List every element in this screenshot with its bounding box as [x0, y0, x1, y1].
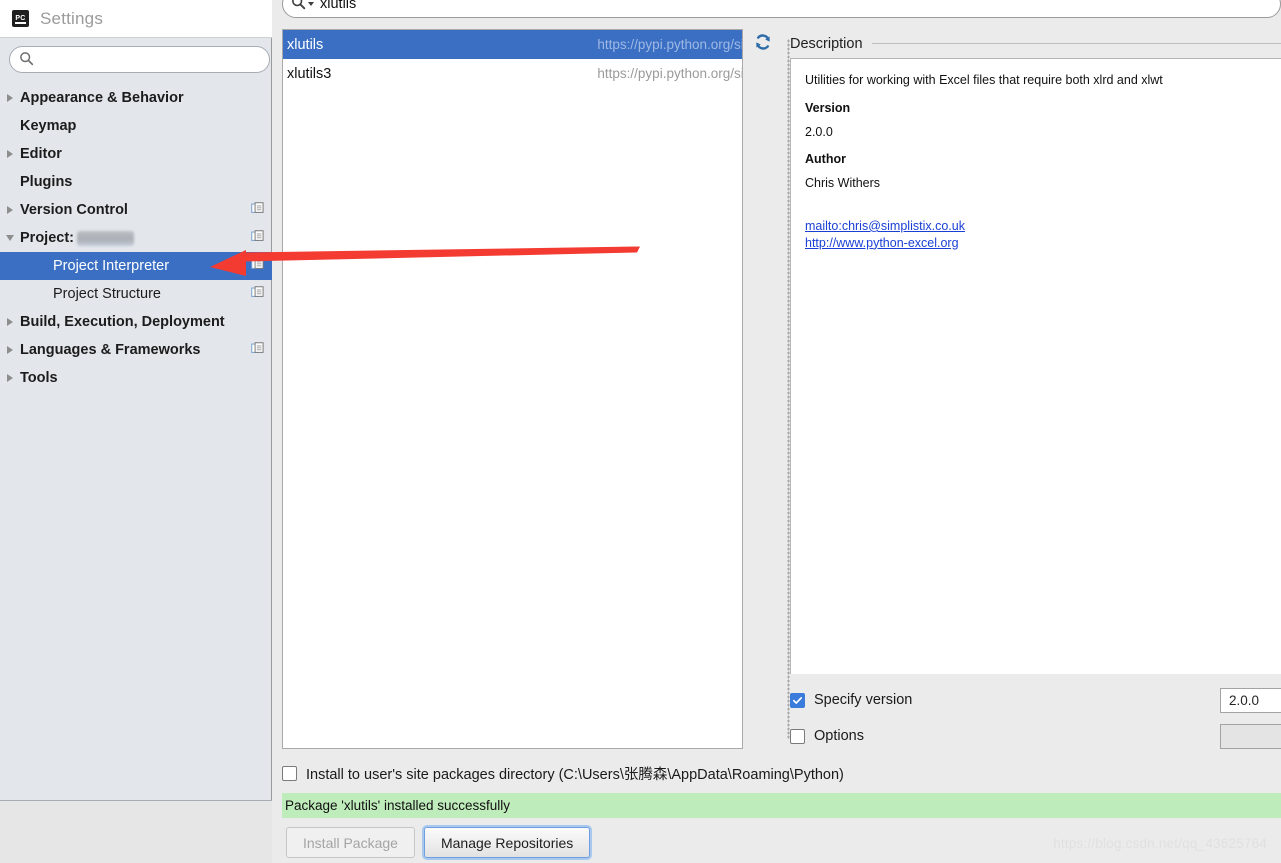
sidebar-item-label: Editor — [20, 146, 62, 162]
version-input[interactable]: 2.0.0 — [1220, 687, 1281, 713]
description-author-value: Chris Withers — [805, 176, 881, 191]
chevron-right-icon[interactable] — [0, 206, 20, 214]
sidebar-item-build-execution-deployment[interactable]: Build, Execution, Deployment — [0, 308, 272, 336]
settings-tree: Appearance & Behavior Keymap Editor Plugins… — [0, 84, 272, 392]
sidebar-search-box[interactable] — [9, 46, 270, 73]
chevron-right-icon[interactable] — [0, 318, 20, 326]
search-input[interactable] — [40, 49, 250, 70]
copy-settings-icon[interactable] — [251, 230, 264, 246]
watermark: https://blog.csdn.net/qq_43625764 — [1053, 836, 1267, 851]
install-to-user-checkbox[interactable] — [282, 765, 297, 781]
sidebar-item-label: Keymap — [20, 118, 77, 134]
chevron-down-icon[interactable] — [0, 235, 20, 241]
specify-version-row: Specify version 2.0.0 — [790, 682, 1281, 718]
description-title: Description — [790, 36, 872, 52]
sidebar-item-label: Project Structure — [53, 286, 161, 302]
description-link-homepage[interactable]: http://www.python-excel.org — [805, 235, 1281, 252]
copy-settings-icon[interactable] — [251, 342, 264, 358]
sidebar-item-version-control[interactable]: Version Control — [0, 196, 272, 224]
chevron-right-icon[interactable] — [0, 346, 20, 354]
specify-version-label: Specify version — [814, 692, 913, 708]
sidebar-item-label: Project: — [20, 230, 74, 246]
description-body: Utilities for working with Excel files t… — [790, 58, 1281, 674]
description-link-mailto[interactable]: mailto:chris@simplistix.co.uk — [805, 218, 1281, 235]
package-search-input[interactable] — [320, 0, 1220, 15]
available-packages-pane: xlutilshttps://pypi.python.org/simplexlu… — [272, 0, 1281, 863]
sidebar-item-label: Project Interpreter — [53, 258, 170, 274]
sidebar-item-label: Tools — [20, 370, 58, 386]
sidebar-item-editor[interactable]: Editor — [0, 140, 272, 168]
status-message: Package 'xlutils' installed successfully — [285, 798, 511, 813]
install-package-button[interactable]: Install Package — [286, 827, 415, 858]
description-pane: Description Utilities for working with E… — [790, 30, 1281, 674]
install-to-user-row: Install to user's site packages director… — [282, 758, 844, 788]
chevron-right-icon[interactable] — [0, 150, 20, 158]
options-checkbox[interactable] — [790, 728, 805, 744]
sidebar-item-project-interpreter[interactable]: Project Interpreter — [0, 252, 272, 280]
copy-settings-icon[interactable] — [251, 286, 264, 302]
package-list-icon-gutter — [742, 29, 782, 749]
redacted-project-name — [77, 230, 134, 246]
description-version-value: 2.0.0 — [805, 124, 833, 139]
chevron-down-icon[interactable] — [308, 2, 314, 6]
dialog-titlebar: PC Settings — [0, 0, 272, 38]
sidebar-item-project[interactable]: Project: — [0, 224, 272, 252]
chevron-right-icon[interactable] — [0, 94, 20, 102]
pycharm-logo-icon: PC — [12, 10, 29, 27]
sidebar-bottom-panel — [0, 800, 272, 863]
package-name: xlutils3 — [287, 65, 332, 82]
package-search-box[interactable] — [282, 0, 1281, 18]
manage-repositories-button[interactable]: Manage Repositories — [423, 827, 591, 858]
sidebar-item-languages-frameworks[interactable]: Languages & Frameworks — [0, 336, 272, 364]
description-links: mailto:chris@simplistix.co.uk http://www… — [805, 218, 1281, 252]
sidebar-item-plugins[interactable]: Plugins — [0, 168, 272, 196]
sidebar-item-project-structure[interactable]: Project Structure — [0, 280, 272, 308]
search-icon — [19, 51, 34, 69]
sidebar-item-label: Version Control — [20, 202, 128, 218]
sidebar-item-label: Languages & Frameworks — [20, 342, 201, 358]
description-author-heading: Author — [805, 152, 846, 167]
copy-settings-icon[interactable] — [251, 202, 264, 218]
description-summary: Utilities for working with Excel files t… — [805, 73, 1163, 87]
sidebar-item-label: Plugins — [20, 174, 73, 190]
description-header: Description — [790, 30, 1281, 58]
chevron-right-icon[interactable] — [0, 374, 20, 382]
package-list-item[interactable]: xlutils3 https://pypi.python.org/simple — [283, 59, 781, 88]
dialog-buttons: Install Package Manage Repositories — [286, 827, 591, 858]
sidebar-item-keymap[interactable]: Keymap — [0, 112, 272, 140]
sidebar-item-label: Build, Execution, Deployment — [20, 314, 225, 330]
description-divider — [868, 43, 1281, 44]
sidebar-item-tools[interactable]: Tools — [0, 364, 272, 392]
package-name: xlutils — [287, 36, 324, 53]
sidebar-item-label: Appearance & Behavior — [20, 90, 184, 106]
page-title: Settings — [40, 8, 104, 28]
check-icon — [792, 696, 803, 704]
refresh-button[interactable] — [743, 29, 783, 58]
description-version-heading: Version — [805, 100, 851, 115]
refresh-icon — [753, 32, 773, 55]
package-list-item[interactable]: xlutils https://pypi.python.org/simple — [283, 30, 781, 59]
status-bar: Package 'xlutils' installed successfully — [282, 793, 1281, 818]
package-list[interactable]: xlutils https://pypi.python.org/simple xlu… — [282, 29, 782, 749]
install-to-user-label: Install to user's site packages director… — [306, 766, 844, 783]
settings-dialog: PC Settings Appearance & Behavior Keymap E… — [0, 0, 272, 863]
options-input[interactable] — [1220, 723, 1281, 749]
sidebar-item-appearance-behavior[interactable]: Appearance & Behavior — [0, 84, 272, 112]
search-icon — [291, 0, 306, 13]
copy-settings-icon[interactable] — [251, 258, 264, 274]
options-row: Options — [790, 718, 1281, 754]
options-label: Options — [814, 728, 864, 744]
specify-version-checkbox[interactable] — [790, 692, 805, 708]
